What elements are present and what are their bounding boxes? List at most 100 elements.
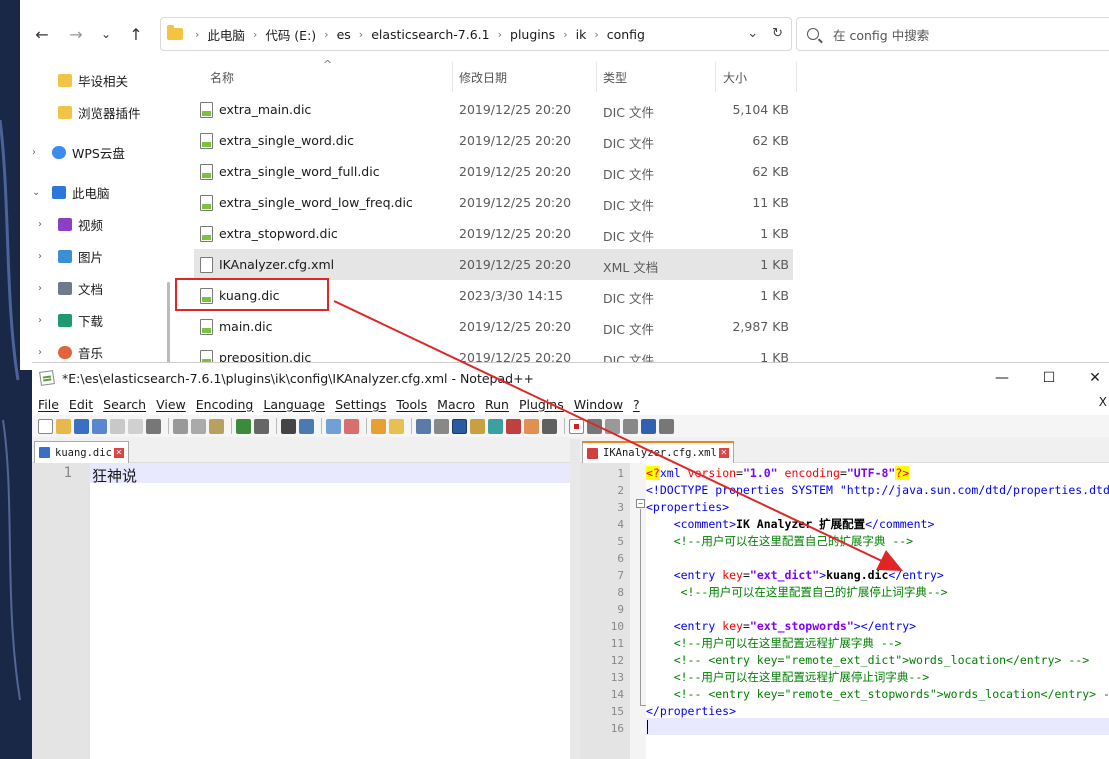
breadcrumb-this-pc[interactable]: 此电脑 bbox=[207, 25, 245, 44]
sidebar-item-wps-cloud[interactable]: › WPS云盘 bbox=[32, 137, 125, 167]
column-header-date[interactable]: 修改日期 bbox=[459, 69, 507, 86]
menu-encoding[interactable]: Encoding bbox=[196, 397, 254, 412]
close-button[interactable]: ✕ bbox=[1080, 367, 1109, 389]
menu-plugins[interactable]: Plugins bbox=[519, 397, 564, 412]
file-row[interactable]: extra_single_word.dic 2019/12/25 20:20 D… bbox=[194, 125, 793, 156]
sidebar-item-pictures[interactable]: › 图片 bbox=[38, 241, 103, 271]
chevron-right-icon[interactable]: › bbox=[32, 147, 46, 158]
menu-search[interactable]: Search bbox=[103, 397, 146, 412]
file-row-selected[interactable]: IKAnalyzer.cfg.xml 2019/12/25 20:20 XML … bbox=[194, 249, 793, 280]
save-icon[interactable] bbox=[74, 418, 89, 434]
sidebar-item-documents[interactable]: › 文档 bbox=[38, 273, 103, 303]
zoom-out-icon[interactable] bbox=[344, 418, 359, 434]
paste-icon[interactable] bbox=[209, 418, 224, 434]
column-divider[interactable] bbox=[796, 62, 797, 92]
zoom-in-icon[interactable] bbox=[326, 418, 341, 434]
sidebar-item-this-pc[interactable]: ⌄ 此电脑 bbox=[32, 177, 110, 207]
play-macro-icon[interactable] bbox=[605, 418, 620, 434]
indent-guide-icon[interactable] bbox=[452, 418, 467, 434]
column-header-type[interactable]: 类型 bbox=[603, 69, 627, 86]
open-file-icon[interactable] bbox=[56, 418, 71, 434]
redo-icon[interactable] bbox=[254, 418, 269, 434]
find-icon[interactable] bbox=[281, 418, 296, 434]
word-wrap-icon[interactable] bbox=[416, 418, 431, 434]
breadcrumb-drive-e[interactable]: 代码 (E:) bbox=[265, 25, 316, 44]
breadcrumb-plugins[interactable]: plugins bbox=[510, 27, 555, 42]
back-arrow-icon[interactable]: ← bbox=[30, 22, 54, 46]
new-file-icon[interactable] bbox=[38, 418, 53, 434]
tab-ikanalyzer-cfg-xml[interactable]: IKAnalyzer.cfg.xml ✕ bbox=[582, 441, 734, 463]
forward-arrow-icon[interactable]: → bbox=[64, 22, 88, 46]
breadcrumb-elasticsearch[interactable]: elasticsearch-7.6.1 bbox=[371, 27, 489, 42]
editor-text-area[interactable]: <?xml version="1.0" encoding="UTF-8"?> <!… bbox=[646, 463, 1109, 759]
menu-window[interactable]: Window bbox=[574, 397, 623, 412]
save-macro-icon[interactable] bbox=[641, 418, 656, 434]
up-arrow-icon[interactable]: ↑ bbox=[124, 22, 148, 46]
column-divider[interactable] bbox=[452, 62, 453, 92]
breadcrumb-ik[interactable]: ik bbox=[576, 27, 587, 42]
save-all-icon[interactable] bbox=[92, 418, 107, 434]
breadcrumb-config[interactable]: config bbox=[607, 27, 645, 42]
close-tab-icon[interactable]: ✕ bbox=[113, 447, 124, 458]
menu-language[interactable]: Language bbox=[263, 397, 325, 412]
replace-icon[interactable] bbox=[299, 418, 314, 434]
column-header-size[interactable]: 大小 bbox=[723, 69, 747, 86]
chevron-right-icon[interactable]: › bbox=[38, 315, 52, 326]
sidebar-item-videos[interactable]: › 视频 bbox=[38, 209, 103, 239]
chevron-right-icon[interactable]: › bbox=[38, 219, 52, 230]
tab-kuang-dic[interactable]: kuang.dic ✕ bbox=[34, 441, 129, 463]
file-row[interactable]: extra_single_word_full.dic 2019/12/25 20… bbox=[194, 156, 793, 187]
file-row[interactable]: extra_main.dic 2019/12/25 20:20 DIC 文件 5… bbox=[194, 94, 793, 125]
menu-edit[interactable]: Edit bbox=[69, 397, 93, 412]
undo-icon[interactable] bbox=[236, 418, 251, 434]
menu-view[interactable]: View bbox=[156, 397, 186, 412]
stop-macro-icon[interactable] bbox=[587, 418, 602, 434]
breadcrumb-es[interactable]: es bbox=[337, 27, 351, 42]
sync-horizontal-icon[interactable] bbox=[389, 418, 404, 434]
minimize-button[interactable]: — bbox=[987, 367, 1017, 389]
show-all-chars-icon[interactable] bbox=[434, 418, 449, 434]
close-document-button[interactable]: X bbox=[1099, 395, 1107, 409]
dropdown-chevron-icon[interactable]: ⌄ bbox=[747, 26, 758, 41]
file-row[interactable]: main.dic 2019/12/25 20:20 DIC 文件 2,987 K… bbox=[194, 311, 793, 342]
pane-splitter[interactable] bbox=[570, 439, 580, 759]
file-row[interactable]: extra_single_word_low_freq.dic 2019/12/2… bbox=[194, 187, 793, 218]
chevron-right-icon[interactable]: › bbox=[38, 347, 52, 358]
menu-tools[interactable]: Tools bbox=[396, 397, 427, 412]
sync-vertical-icon[interactable] bbox=[371, 418, 386, 434]
column-divider[interactable] bbox=[596, 62, 597, 92]
refresh-icon[interactable]: ↻ bbox=[772, 26, 783, 41]
record-macro-icon[interactable] bbox=[569, 418, 584, 434]
close-file-icon[interactable] bbox=[110, 418, 125, 434]
sidebar-item-graduation[interactable]: 毕设相关 bbox=[58, 65, 128, 95]
print-icon[interactable] bbox=[146, 418, 161, 434]
copy-icon[interactable] bbox=[191, 418, 206, 434]
menu-settings[interactable]: Settings bbox=[335, 397, 386, 412]
sidebar-item-downloads[interactable]: › 下载 bbox=[38, 305, 103, 335]
chevron-down-icon[interactable]: ⌄ bbox=[32, 187, 46, 198]
menu-macro[interactable]: Macro bbox=[437, 397, 475, 412]
close-all-icon[interactable] bbox=[128, 418, 143, 434]
title-bar[interactable]: *E:\es\elasticsearch-7.6.1\plugins\ik\co… bbox=[32, 363, 1109, 393]
function-list-icon[interactable] bbox=[506, 418, 521, 434]
monitoring-icon[interactable] bbox=[542, 418, 557, 434]
address-bar[interactable]: › 此电脑 › 代码 (E:) › es › elasticsearch-7.6… bbox=[160, 17, 792, 51]
menu-help[interactable]: ? bbox=[633, 397, 640, 412]
editor-text-area[interactable]: 狂神说 bbox=[90, 463, 570, 759]
play-multiple-icon[interactable] bbox=[623, 418, 638, 434]
macro-list-icon[interactable] bbox=[659, 418, 674, 434]
column-header-name[interactable]: 名称 bbox=[210, 69, 234, 86]
menu-file[interactable]: File bbox=[38, 397, 59, 412]
column-divider[interactable] bbox=[715, 62, 716, 92]
file-row[interactable]: extra_stopword.dic 2019/12/25 20:20 DIC … bbox=[194, 218, 793, 249]
folder-workspace-icon[interactable] bbox=[524, 418, 539, 434]
menu-run[interactable]: Run bbox=[485, 397, 509, 412]
chevron-right-icon[interactable]: › bbox=[38, 251, 52, 262]
language-icon[interactable] bbox=[470, 418, 485, 434]
fold-collapse-icon[interactable]: − bbox=[636, 499, 645, 508]
recent-locations-icon[interactable]: ⌄ bbox=[94, 22, 118, 46]
maximize-button[interactable]: ☐ bbox=[1034, 367, 1064, 389]
sidebar-item-browser-plugins[interactable]: 浏览器插件 bbox=[58, 97, 141, 127]
doc-map-icon[interactable] bbox=[488, 418, 503, 434]
cut-icon[interactable] bbox=[173, 418, 188, 434]
